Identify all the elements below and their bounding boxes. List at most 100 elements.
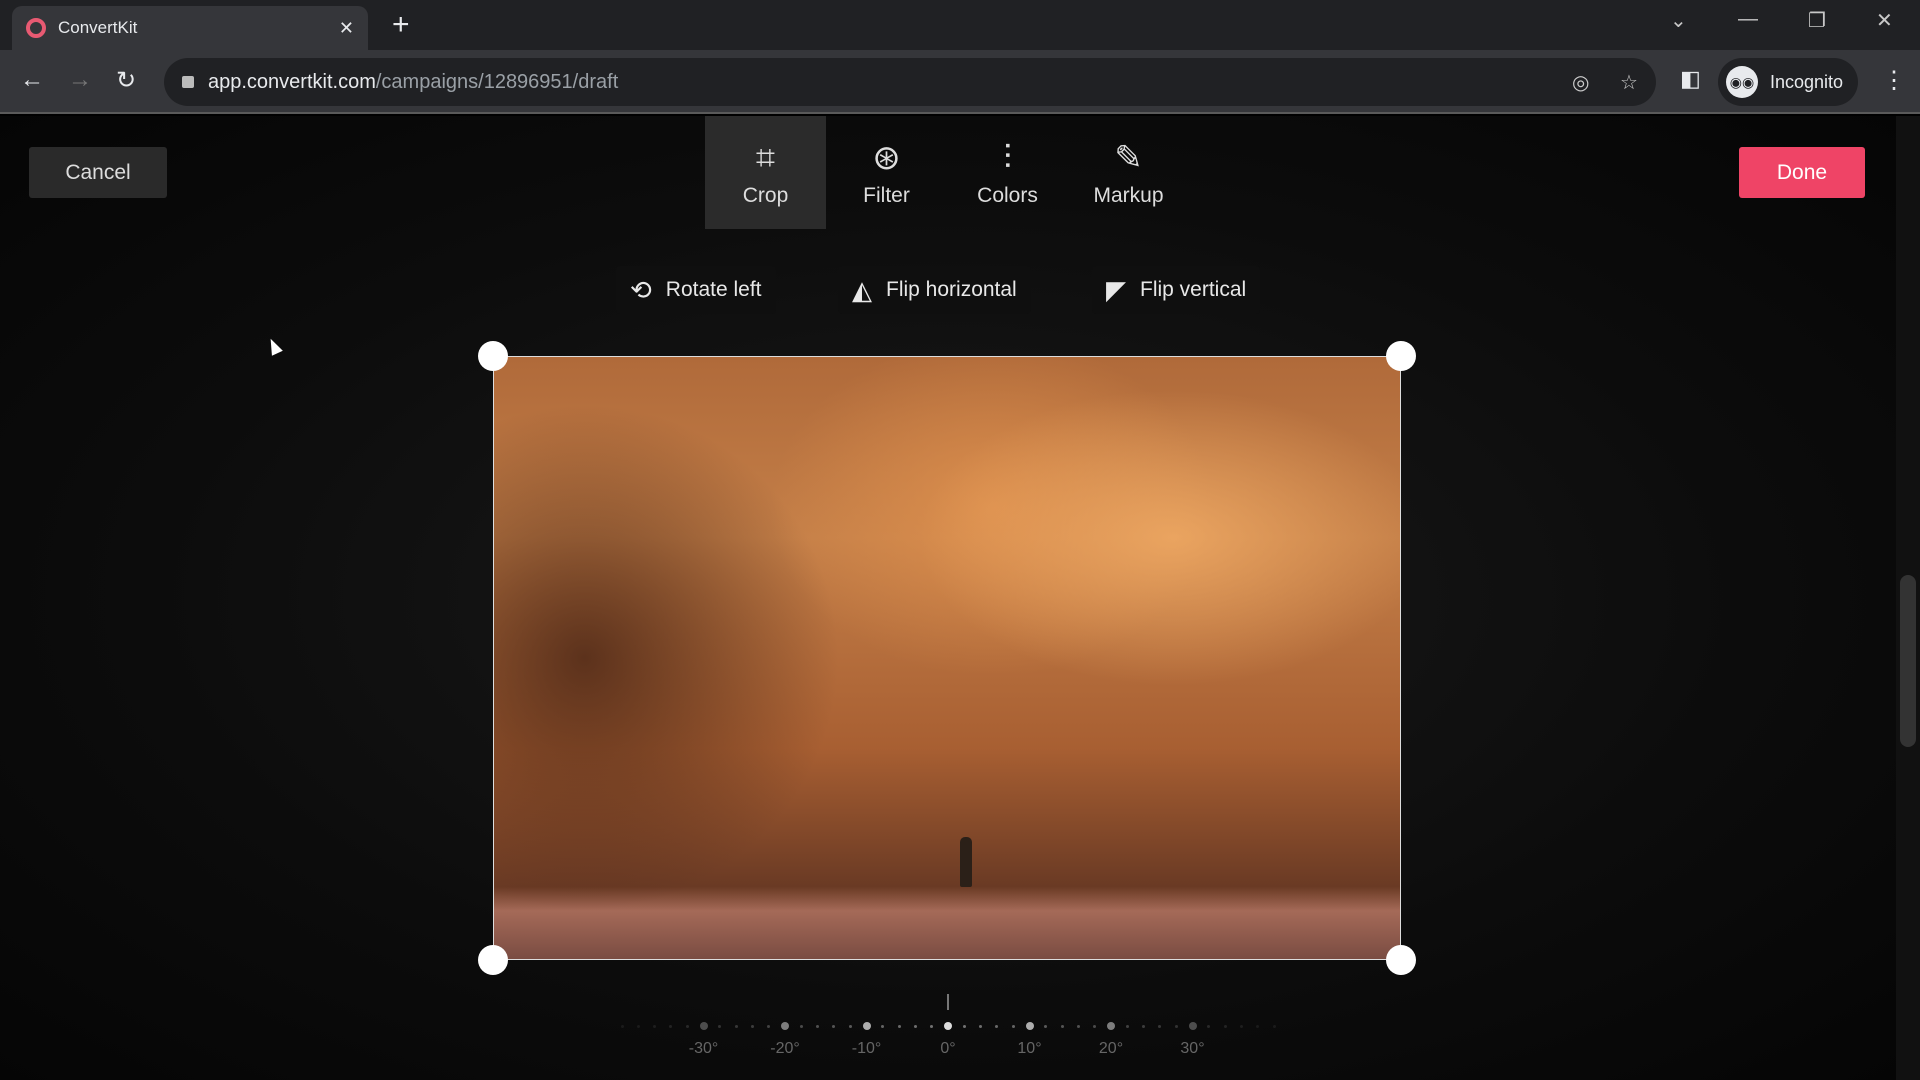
ruler-tick bbox=[862, 1022, 871, 1030]
ruler-tick bbox=[799, 1024, 803, 1028]
tab-markup[interactable]: ✎ Markup bbox=[1068, 116, 1189, 229]
ruler-tick bbox=[1158, 1024, 1162, 1028]
image-editor: Cancel Done ⌗ Crop ⊛ Filter ⫶ Colors ✎ M… bbox=[0, 116, 1896, 1080]
crop-image-preview[interactable] bbox=[493, 356, 1401, 960]
new-tab-icon[interactable]: + bbox=[392, 8, 410, 42]
ruler-tick bbox=[699, 1022, 708, 1030]
url-input[interactable]: app.convertkit.com/campaigns/12896951/dr… bbox=[164, 58, 1656, 106]
rotate-left-button[interactable]: ⟲ Rotate left bbox=[616, 266, 776, 314]
tab-crop[interactable]: ⌗ Crop bbox=[705, 116, 826, 229]
ruler-label: -10° bbox=[851, 1040, 882, 1057]
crop-handle-top-right[interactable] bbox=[1386, 341, 1416, 371]
ruler-tick bbox=[1125, 1024, 1129, 1028]
pencil-icon: ✎ bbox=[1114, 138, 1143, 177]
ruler-label: 30° bbox=[1180, 1040, 1205, 1057]
rotate-left-icon: ⟲ bbox=[630, 274, 652, 305]
profile-label: Incognito bbox=[1770, 71, 1844, 92]
button-label: Flip vertical bbox=[1140, 278, 1247, 301]
crop-handle-bottom-left[interactable] bbox=[478, 945, 508, 975]
tab-bar: ConvertKit ✕ + ⌄ — ❐ ✕ bbox=[0, 0, 1920, 50]
ruler-label: 0° bbox=[940, 1040, 956, 1057]
ruler-label: 20° bbox=[1098, 1040, 1124, 1057]
menu-icon[interactable]: ⋮ bbox=[1882, 66, 1906, 95]
star-icon[interactable]: ☆ bbox=[1620, 70, 1638, 95]
ruler-tick bbox=[979, 1024, 983, 1028]
side-panel-icon[interactable]: ◧ bbox=[1680, 66, 1701, 92]
ruler-tick bbox=[669, 1024, 673, 1028]
ruler-tick bbox=[1223, 1024, 1227, 1028]
ruler-tick bbox=[1093, 1024, 1097, 1028]
ruler-tick bbox=[930, 1024, 934, 1028]
editor-toolbar: ⌗ Crop ⊛ Filter ⫶ Colors ✎ Markup bbox=[705, 116, 1189, 229]
incognito-icon: ◉◉ bbox=[1726, 66, 1758, 98]
ruler-tick bbox=[1239, 1024, 1243, 1028]
tab-title: ConvertKit bbox=[58, 18, 138, 37]
crop-icon: ⌗ bbox=[755, 138, 776, 177]
rotation-indicator bbox=[947, 994, 949, 1010]
ruler-label: -30° bbox=[688, 1040, 719, 1057]
done-button[interactable]: Done bbox=[1739, 147, 1865, 198]
lock-icon bbox=[182, 76, 194, 88]
ruler-tick bbox=[897, 1024, 901, 1028]
tab-label: Colors bbox=[977, 183, 1038, 207]
ruler-tick bbox=[734, 1024, 738, 1028]
close-tab-icon[interactable]: ✕ bbox=[339, 18, 354, 39]
ruler-tick bbox=[881, 1024, 885, 1028]
ruler-tick bbox=[685, 1024, 689, 1028]
restore-icon[interactable]: ❐ bbox=[1808, 8, 1826, 33]
tab-label: Markup bbox=[1093, 183, 1164, 207]
ruler-tick bbox=[1272, 1024, 1276, 1028]
ruler-tick bbox=[636, 1024, 640, 1028]
ruler-tick bbox=[1025, 1022, 1034, 1030]
button-label: Flip horizontal bbox=[886, 278, 1017, 301]
flip-vertical-icon: ◤ bbox=[1106, 274, 1126, 305]
filter-icon: ⊛ bbox=[872, 138, 901, 177]
ruler-tick bbox=[1011, 1024, 1015, 1028]
mouse-cursor bbox=[265, 336, 283, 356]
ruler-tick bbox=[816, 1024, 820, 1028]
browser-tab[interactable]: ConvertKit ✕ bbox=[12, 6, 368, 50]
close-window-icon[interactable]: ✕ bbox=[1876, 8, 1893, 33]
ruler-tick bbox=[781, 1022, 789, 1030]
ruler-tick bbox=[718, 1024, 722, 1028]
tab-filter[interactable]: ⊛ Filter bbox=[826, 116, 947, 229]
ruler-tick bbox=[913, 1024, 917, 1028]
crop-handle-top-left[interactable] bbox=[478, 341, 508, 371]
cancel-button[interactable]: Cancel bbox=[29, 147, 167, 198]
url-host: app.convertkit.com bbox=[208, 70, 376, 93]
ruler-tick bbox=[944, 1022, 952, 1030]
ruler-tick bbox=[1060, 1024, 1064, 1028]
back-icon[interactable]: ← bbox=[20, 66, 44, 94]
crop-handle-bottom-right[interactable] bbox=[1386, 945, 1416, 975]
forward-icon[interactable]: → bbox=[68, 66, 92, 94]
ruler-tick bbox=[848, 1024, 852, 1028]
ruler-tick bbox=[1174, 1024, 1178, 1028]
ruler-label: -20° bbox=[770, 1040, 800, 1057]
sliders-icon: ⫶ bbox=[1003, 138, 1012, 177]
ruler-tick bbox=[1142, 1024, 1146, 1028]
incognito-profile[interactable]: ◉◉ Incognito bbox=[1718, 58, 1858, 106]
person-figure bbox=[960, 837, 972, 887]
url-path: /campaigns/12896951/draft bbox=[375, 70, 619, 93]
tab-label: Crop bbox=[742, 183, 789, 207]
flip-horizontal-button[interactable]: ◭ Flip horizontal bbox=[838, 266, 1031, 314]
ruler-tick bbox=[1188, 1022, 1197, 1030]
convertkit-favicon bbox=[26, 18, 46, 38]
ruler-tick bbox=[1076, 1024, 1080, 1028]
flip-horizontal-icon: ◭ bbox=[852, 274, 872, 305]
tab-search-icon[interactable]: ⌄ bbox=[1670, 8, 1687, 33]
ruler-tick bbox=[1107, 1022, 1115, 1030]
button-label: Rotate left bbox=[665, 278, 762, 301]
scrollbar[interactable] bbox=[1896, 116, 1920, 1080]
ruler-tick bbox=[1044, 1024, 1048, 1028]
ruler-label: 10° bbox=[1017, 1040, 1042, 1057]
minimize-icon[interactable]: — bbox=[1738, 8, 1758, 31]
eye-off-icon[interactable]: ◎ bbox=[1572, 70, 1589, 95]
ruler-tick bbox=[1256, 1024, 1260, 1028]
reload-icon[interactable]: ↻ bbox=[116, 66, 136, 95]
flip-vertical-button[interactable]: ◤ Flip vertical bbox=[1092, 266, 1261, 314]
ruler-tick bbox=[995, 1024, 999, 1028]
scrollbar-thumb[interactable] bbox=[1900, 575, 1916, 747]
tab-colors[interactable]: ⫶ Colors bbox=[947, 116, 1068, 229]
ruler-tick bbox=[767, 1024, 771, 1028]
